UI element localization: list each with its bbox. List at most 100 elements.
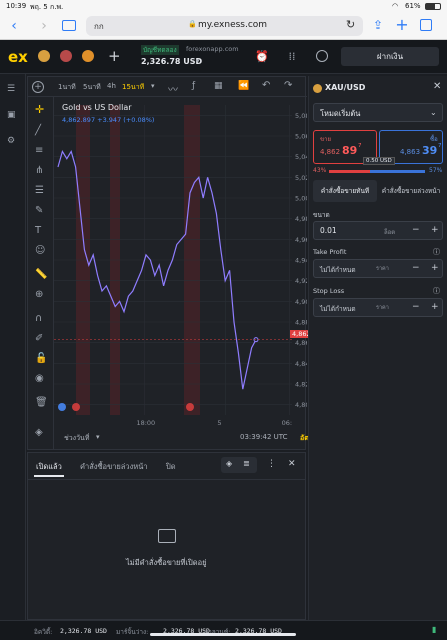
price-chart[interactable]: 5,080.000 5,060.000 5,040.000 5,020.000 5,00… bbox=[54, 97, 328, 449]
take-profit-field[interactable]: ไม่ได้กำหนด ราคา − + bbox=[313, 259, 443, 278]
layers-icon[interactable]: ◈ bbox=[35, 427, 43, 438]
redo-icon[interactable]: ↷ bbox=[284, 80, 292, 91]
replay-icon[interactable]: ⏪ bbox=[238, 81, 249, 91]
timeframe-15m[interactable]: 15นาที bbox=[122, 82, 144, 93]
exness-logo[interactable]: ex bbox=[8, 48, 28, 66]
stop-loss-field[interactable]: ไม่ได้กำหนด ราคา − + bbox=[313, 298, 443, 317]
reload-icon[interactable]: ↻ bbox=[346, 18, 355, 31]
chevron-down-icon[interactable]: ▾ bbox=[151, 82, 155, 90]
tab-pending-orders[interactable]: คำสั่งซื้อขายล่วงหน้า bbox=[80, 461, 148, 473]
tab-open-positions[interactable]: เปิดแล้ว bbox=[36, 461, 62, 473]
crosshair-icon[interactable]: ✛ bbox=[35, 103, 44, 116]
pitchfork-icon[interactable]: ⋔ bbox=[35, 165, 43, 176]
take-profit-decrease-button[interactable]: − bbox=[412, 263, 420, 273]
trend-line-icon[interactable]: ╱ bbox=[35, 125, 41, 136]
event-marker bbox=[186, 403, 194, 411]
y-tick-label: 5,080.000 bbox=[295, 112, 307, 120]
volume-field[interactable]: 0.01 ล็อต − + bbox=[313, 221, 443, 240]
ruler-icon[interactable]: 📏 bbox=[35, 269, 47, 280]
text-icon[interactable]: T bbox=[35, 225, 41, 236]
drawing-toolbar: ✛ ╱ ≡ ⋔ ☰ ✎ T ☺ 📏 ⊕ ∩ ✐ 🔓 ◉ 🗑 ◈ bbox=[28, 97, 54, 449]
lock-icon: 🔒 bbox=[188, 20, 197, 28]
deposit-button[interactable]: ฝากเงิน bbox=[341, 47, 439, 66]
home-indicator bbox=[150, 633, 296, 636]
info-icon[interactable]: ⓘ bbox=[433, 286, 440, 296]
pencil-lock-icon[interactable]: ✐ bbox=[35, 333, 43, 344]
add-instrument-icon[interactable]: + bbox=[108, 47, 121, 65]
volume-decrease-button[interactable]: − bbox=[412, 225, 420, 235]
stop-loss-decrease-button[interactable]: − bbox=[412, 302, 420, 312]
stack-icon[interactable]: ≣ bbox=[243, 459, 250, 468]
briefcase-icon bbox=[158, 529, 176, 543]
more-icon[interactable]: ⋮ bbox=[267, 459, 276, 469]
y-tick-label: 4,940.000 bbox=[295, 257, 307, 265]
x-tick-label: 18:00 bbox=[136, 419, 155, 427]
brush-icon[interactable]: ✎ bbox=[35, 205, 43, 216]
chart-plot-area[interactable]: 5,080.000 5,060.000 5,040.000 5,020.000 5,00… bbox=[54, 97, 328, 449]
magnet-icon[interactable]: ∩ bbox=[35, 313, 42, 324]
instrument-tab-icon[interactable] bbox=[38, 50, 50, 62]
instrument-tab-icon[interactable] bbox=[60, 50, 72, 62]
zoom-in-icon[interactable]: ⊕ bbox=[35, 289, 43, 300]
y-tick-label: 5,020.000 bbox=[295, 174, 307, 182]
take-profit-label: Take Profit bbox=[313, 248, 347, 256]
fib-icon[interactable]: ☰ bbox=[35, 185, 44, 196]
undo-icon[interactable]: ↶ bbox=[262, 80, 270, 91]
layout-grid-icon[interactable]: ▦ bbox=[214, 81, 223, 91]
profile-icon[interactable] bbox=[316, 50, 328, 62]
status-bar: 10:39 พฤ. 5 ก.พ. ◠ 61% bbox=[0, 0, 447, 12]
take-profit-unit[interactable]: ราคา bbox=[376, 265, 389, 273]
close-panel-icon[interactable]: ✕ bbox=[288, 459, 296, 469]
chevron-down-icon[interactable]: ▾ bbox=[96, 433, 100, 441]
book-icon[interactable] bbox=[62, 20, 76, 31]
trash-icon[interactable]: 🗑 bbox=[35, 397, 48, 408]
url-bar[interactable]: กก 🔒 my.exness.com ↻ bbox=[86, 16, 363, 36]
indicators-icon[interactable]: ƒ bbox=[192, 81, 195, 91]
order-mode-select[interactable]: โหมดเริ่มต้น ⌄ bbox=[313, 103, 443, 122]
chart-type-icon[interactable]: 〰 bbox=[168, 81, 178, 96]
menu-list-icon[interactable]: ☰ bbox=[7, 84, 15, 94]
timeframe-4h[interactable]: 4h bbox=[107, 82, 116, 90]
close-icon[interactable]: ✕ bbox=[433, 81, 441, 92]
wifi-icon: ◠ bbox=[392, 2, 399, 10]
tabs-icon[interactable] bbox=[420, 19, 432, 31]
volume-increase-button[interactable]: + bbox=[431, 225, 439, 235]
sell-price-big: 89 bbox=[342, 144, 358, 157]
new-tab-icon[interactable]: + bbox=[394, 15, 410, 34]
forward-icon[interactable]: › bbox=[36, 17, 52, 35]
instrument-tab-icon[interactable] bbox=[82, 50, 94, 62]
volume-value: 0.01 bbox=[320, 226, 337, 235]
view-toggle[interactable]: ◈ ≣ bbox=[221, 457, 257, 473]
left-rail: ☰ ▣ ⚙ bbox=[0, 74, 26, 640]
calendar-icon[interactable]: ▣ bbox=[7, 110, 16, 120]
info-icon[interactable]: ⓘ bbox=[433, 247, 440, 257]
tab-closed[interactable]: ปิด bbox=[166, 461, 176, 473]
stop-loss-unit[interactable]: ราคา bbox=[376, 304, 389, 312]
take-profit-increase-button[interactable]: + bbox=[431, 263, 439, 273]
timeframe-5m[interactable]: 5นาที bbox=[83, 82, 101, 93]
emoji-icon[interactable]: ☺ bbox=[35, 245, 45, 256]
tab-instant-order[interactable]: คำสั่งซื้อขายทันที bbox=[313, 180, 377, 202]
buy-price-big: 39 bbox=[422, 144, 438, 157]
alarm-icon[interactable]: ⏰ bbox=[255, 49, 269, 63]
settings-icon[interactable]: ⚙ bbox=[7, 136, 15, 146]
sell-label: ขาย bbox=[320, 136, 331, 143]
account-balance[interactable]: 2,326.78 USD bbox=[141, 57, 202, 66]
layers-icon[interactable]: ◈ bbox=[226, 459, 232, 468]
order-panel: XAU/USD ✕ โหมดเริ่มต้น ⌄ ขาย 4,862 89 7 … bbox=[308, 76, 447, 621]
apps-icon[interactable]: ⁞⁞ bbox=[285, 49, 299, 63]
eye-icon[interactable]: ◉ bbox=[35, 373, 44, 384]
timeframe-1m[interactable]: 1นาที bbox=[58, 82, 76, 93]
account-type-badge[interactable]: บัญชีทดลอง bbox=[141, 45, 179, 55]
channel-icon[interactable]: ≡ bbox=[35, 145, 43, 156]
tab-pending-order[interactable]: คำสั่งซื้อขายล่วงหน้า bbox=[379, 180, 443, 202]
y-tick-label: 4,960.000 bbox=[295, 236, 307, 244]
back-icon[interactable]: ‹ bbox=[6, 17, 22, 35]
add-indicator-icon[interactable]: + bbox=[32, 81, 44, 93]
chevron-down-icon[interactable]: ▾ bbox=[196, 57, 200, 65]
stop-loss-increase-button[interactable]: + bbox=[431, 302, 439, 312]
time-range-selector[interactable]: ช่วงวันที่ bbox=[64, 433, 89, 444]
share-icon[interactable]: ⇪ bbox=[370, 16, 386, 34]
y-tick-label: 4,900.000 bbox=[295, 298, 307, 306]
lock-icon[interactable]: 🔓 bbox=[35, 353, 47, 364]
